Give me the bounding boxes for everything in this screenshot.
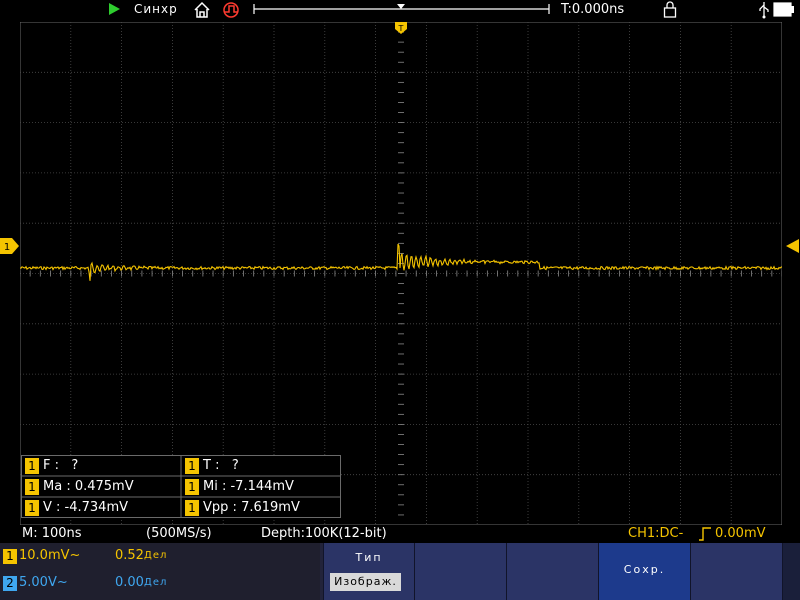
- channel-badge: 1: [25, 500, 39, 516]
- measurement-label: T :: [203, 458, 220, 473]
- measurement-value: -4.734mV: [64, 500, 129, 515]
- measurement-min: 1 Mi : -7.144mV: [183, 477, 294, 497]
- ch1-badge[interactable]: 1: [3, 549, 17, 564]
- svg-text:T: T: [398, 24, 404, 33]
- softkey-page-indicator[interactable]: [782, 543, 800, 600]
- ch1-offset-unit: Дел: [144, 550, 168, 561]
- measurement-label: F :: [43, 458, 59, 473]
- measurement-value: 7.619mV: [241, 500, 300, 515]
- waveform-display[interactable]: T: [20, 22, 782, 525]
- measurement-value: -7.144mV: [230, 479, 294, 494]
- bottom-menu: 1 10.0mV~ 0.52 Дел 2 5.00V~ 0.00 Дел Тип…: [0, 543, 800, 600]
- measurement-label: V :: [43, 500, 61, 515]
- softkey-save[interactable]: Сохр.: [598, 543, 690, 600]
- battery-icon: [773, 2, 794, 17]
- trigger-level-readout: 0.00mV: [715, 526, 766, 541]
- channel-badge: 1: [185, 479, 199, 495]
- softkey-5[interactable]: [690, 543, 782, 600]
- softkey-type-title: Тип: [355, 551, 383, 564]
- memory-position-bar[interactable]: [253, 3, 550, 15]
- svg-text:1: 1: [4, 242, 10, 253]
- ch2-offset-unit: Дел: [144, 577, 168, 588]
- run-state-text: Синхр: [134, 2, 178, 16]
- sample-rate-readout: (500MS/s): [146, 526, 212, 541]
- softkey-type-value: Изображ.: [330, 573, 401, 591]
- run-play-icon[interactable]: [109, 3, 120, 15]
- channel-badge: 1: [185, 458, 199, 474]
- measurement-value: ?: [71, 458, 79, 473]
- measurement-label: Ma :: [43, 479, 71, 494]
- ch1-ground-marker[interactable]: 1: [0, 238, 20, 254]
- channel-badge: 1: [25, 458, 39, 474]
- ch1-offset: 0.52: [115, 548, 144, 563]
- rising-edge-icon: [699, 527, 711, 541]
- softkey-2[interactable]: [414, 543, 506, 600]
- usb-icon: [759, 2, 769, 19]
- trigger-source-readout[interactable]: CH1:DC-: [628, 526, 683, 541]
- measurement-vpp: 1 Vpp : 7.619mV: [183, 498, 300, 518]
- measurement-label: Vpp :: [203, 500, 237, 515]
- measurement-period: 1 T : ?: [183, 456, 239, 476]
- softkey-type[interactable]: Тип Изображ.: [323, 543, 414, 600]
- acquisition-info-row: M: 100ns (500MS/s) Depth:100K(12-bit) CH…: [0, 525, 800, 543]
- channel-badge: 1: [25, 479, 39, 495]
- memory-depth-readout: Depth:100K(12-bit): [261, 526, 387, 541]
- trigger-delay: T:0.000ns: [561, 2, 625, 17]
- channel-badge: 1: [185, 500, 199, 516]
- softkey-save-title: Сохр.: [623, 563, 666, 576]
- channel-settings-block: 1 10.0mV~ 0.52 Дел 2 5.00V~ 0.00 Дел: [0, 543, 320, 600]
- measurement-average: 1 V : -4.734mV: [23, 498, 128, 518]
- measurement-label: Mi :: [203, 479, 227, 494]
- measurement-panel: 1 F : ? 1 T : ? 1 Ma : 0.475mV 1 Mi : -7.144…: [21, 455, 341, 518]
- measurement-max: 1 Ma : 0.475mV: [23, 477, 134, 497]
- measurement-value: 0.475mV: [74, 479, 134, 494]
- status-bar: Синхр T:0.000ns: [0, 0, 800, 20]
- timebase-readout[interactable]: M: 100ns: [22, 526, 82, 541]
- ch2-offset: 0.00: [115, 575, 144, 590]
- lock-icon: [663, 1, 677, 18]
- ch2-badge[interactable]: 2: [3, 576, 17, 591]
- home-icon[interactable]: [193, 1, 211, 19]
- softkey-3[interactable]: [506, 543, 598, 600]
- measurement-value: ?: [231, 458, 239, 473]
- trigger-status-icon: [223, 2, 239, 18]
- ch2-scale[interactable]: 5.00V~: [19, 575, 68, 590]
- trigger-level-marker[interactable]: [784, 238, 800, 254]
- ch1-scale[interactable]: 10.0mV~: [19, 548, 80, 563]
- measurement-frequency: 1 F : ?: [23, 456, 78, 476]
